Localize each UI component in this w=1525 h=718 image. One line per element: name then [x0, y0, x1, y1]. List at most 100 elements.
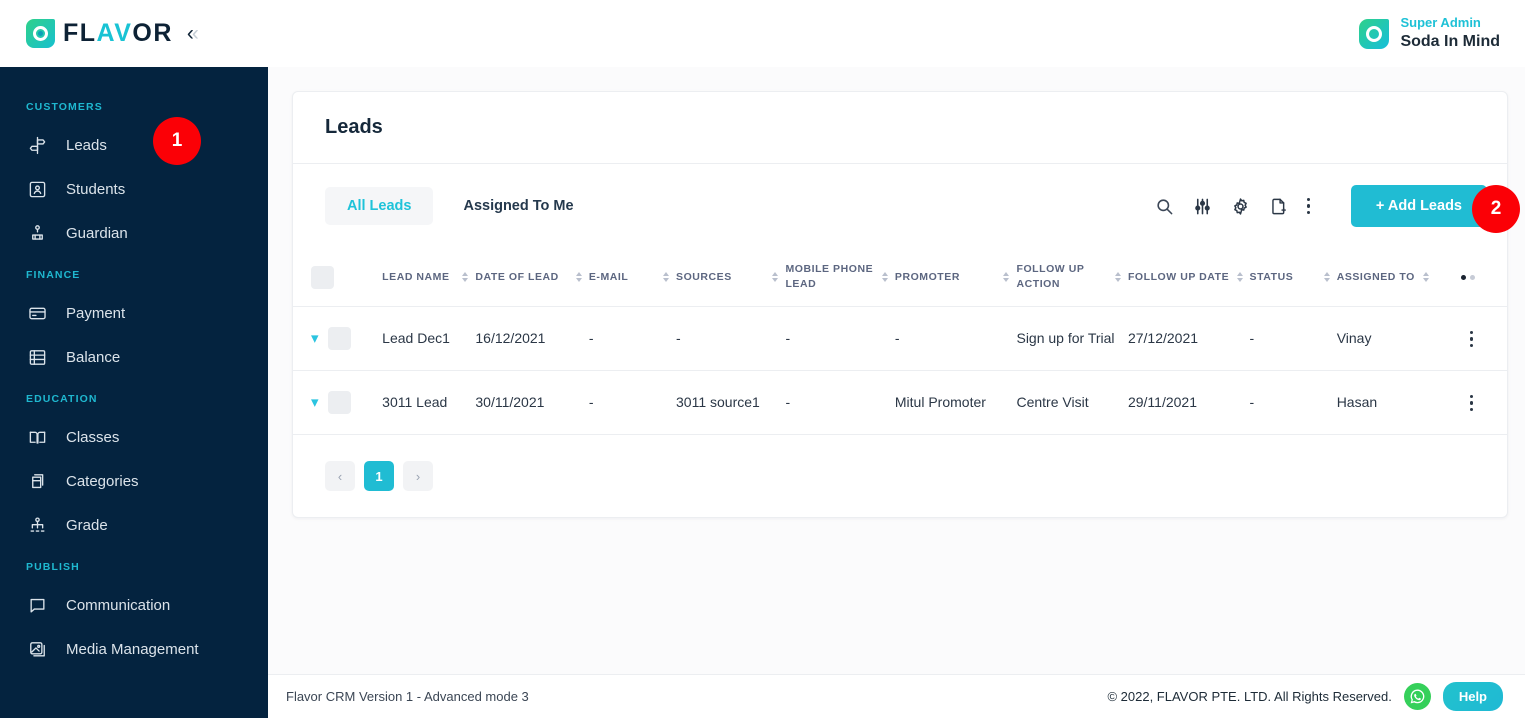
footer-right: © 2022, FLAVOR PTE. LTD. All Rights Rese… — [1107, 682, 1503, 711]
credit-card-icon — [26, 302, 48, 324]
cell-follow-up-date: 29/11/2021 — [1127, 370, 1250, 435]
sidebar-item-label: Students — [66, 180, 126, 198]
document-add-icon[interactable] — [1269, 197, 1288, 216]
table-toolbar: All Leads Assigned To Me + Add Leads — [293, 164, 1507, 248]
cell-follow-up-action: Centre Visit — [1016, 370, 1128, 435]
sidebar-item-label: Media Management — [66, 640, 199, 658]
sidebar-item-communication[interactable]: Communication — [0, 583, 268, 627]
column-carousel-dots-icon[interactable] — [1461, 274, 1476, 280]
sidebar-item-balance[interactable]: Balance — [0, 335, 268, 379]
sort-lead-name[interactable] — [462, 272, 469, 283]
stacked-box-icon — [26, 470, 48, 492]
sort-follow-up-action[interactable] — [1114, 272, 1122, 283]
th-assigned-to: ASSIGNED TO — [1337, 248, 1436, 307]
th-label: E-MAIL — [588, 270, 629, 283]
pagination-page-1[interactable]: 1 — [364, 461, 394, 492]
cell-mobile-phone-lead: - — [785, 306, 895, 371]
sidebar-item-payment[interactable]: Payment — [0, 291, 268, 335]
sidebar-section-finance: FINANCE — [26, 269, 81, 281]
row-checkbox[interactable] — [327, 327, 351, 351]
guardian-hierarchy-icon — [26, 222, 48, 244]
sidebar-section-publish: PUBLISH — [26, 561, 80, 573]
user-role: Super Admin — [1400, 15, 1481, 31]
chevron-down-icon[interactable]: ▾ — [311, 395, 319, 410]
sidebar-item-label: Communication — [66, 596, 171, 614]
footer-copyright: © 2022, FLAVOR PTE. LTD. All Rights Rese… — [1107, 689, 1392, 704]
th-email: E-MAIL — [589, 248, 676, 307]
app-root: FLAVOR ‹‹ CUSTOMERS Leads Students Guard… — [0, 0, 1525, 718]
th-sources: SOURCES — [676, 248, 785, 307]
cell-promoter: - — [894, 306, 1017, 371]
sidebar-section-customers: CUSTOMERS — [26, 101, 103, 113]
card-header: Leads — [293, 92, 1507, 164]
sidebar-item-students[interactable]: Students — [0, 167, 268, 211]
sidebar-item-label: Classes — [66, 428, 120, 446]
search-icon[interactable] — [1155, 197, 1174, 216]
chat-bubble-icon — [26, 594, 48, 616]
cell-follow-up-date: 27/12/2021 — [1127, 306, 1250, 371]
toolbar-icons: + Add Leads — [1155, 185, 1487, 227]
sidebar-item-categories[interactable]: Categories — [0, 459, 268, 503]
sidebar-item-label: Balance — [66, 348, 121, 366]
row-kebab-menu-icon[interactable] — [1469, 395, 1474, 411]
sidebar-item-guardian[interactable]: Guardian — [0, 211, 268, 255]
annotation-badge-1: 1 — [153, 117, 201, 165]
cell-mobile-phone-lead: - — [785, 370, 895, 435]
flavor-logo-icon — [26, 19, 55, 48]
cell-lead-name: Lead Dec1 — [382, 306, 476, 371]
footer-version: Flavor CRM Version 1 - Advanced mode 3 — [286, 689, 529, 704]
pagination-next[interactable]: › — [403, 461, 433, 492]
cell-follow-up-action: Sign up for Trial — [1016, 306, 1128, 371]
cell-sources: 3011 source1 — [676, 370, 786, 435]
th-follow-up-date: FOLLOW UP DATE — [1128, 248, 1250, 307]
sidebar-item-media-management[interactable]: Media Management — [0, 627, 268, 671]
sidebar-item-label: Leads — [66, 136, 107, 154]
tab-group: All Leads Assigned To Me — [325, 187, 596, 225]
th-label: ASSIGNED TO — [1336, 270, 1415, 283]
sidebar-nav: CUSTOMERS Leads Students Guardian FINANC… — [0, 67, 268, 671]
tab-all-leads[interactable]: All Leads — [325, 187, 434, 225]
leads-table: LEAD NAME DATE OF LEAD E-MAIL SOURCES MO… — [293, 248, 1507, 435]
sidebar-item-label: Categories — [66, 472, 139, 490]
filter-sliders-icon[interactable] — [1193, 197, 1212, 216]
chevron-down-icon[interactable]: ▾ — [311, 331, 319, 346]
th-label: SOURCES — [676, 270, 732, 283]
pagination-prev[interactable]: ‹ — [325, 461, 355, 492]
sort-follow-up-date[interactable] — [1236, 272, 1244, 283]
sidebar-item-leads[interactable]: Leads — [0, 123, 268, 167]
th-actions — [1436, 248, 1507, 307]
help-button[interactable]: Help — [1442, 682, 1503, 711]
row-checkbox[interactable] — [327, 391, 351, 415]
cell-select: ▾ — [293, 370, 383, 435]
sort-status[interactable] — [1323, 272, 1331, 283]
sidebar-item-classes[interactable]: Classes — [0, 415, 268, 459]
sort-email[interactable] — [663, 272, 670, 283]
sidebar-logo-row[interactable]: FLAVOR ‹‹ — [0, 0, 268, 67]
table-row[interactable]: ▾ Lead Dec1 16/12/2021 - - - - Sign up f… — [293, 306, 1507, 371]
user-name: Soda In Mind — [1400, 32, 1500, 50]
sort-promoter[interactable] — [1003, 272, 1010, 283]
table-row[interactable]: ▾ 3011 Lead 30/11/2021 - 3011 source1 - … — [293, 370, 1507, 435]
th-label: DATE OF LEAD — [475, 270, 559, 283]
chevron-double-left-icon[interactable]: ‹‹ — [187, 23, 199, 44]
add-leads-button[interactable]: + Add Leads — [1350, 185, 1487, 227]
row-kebab-menu-icon[interactable] — [1469, 331, 1474, 347]
kebab-menu-icon[interactable] — [1306, 198, 1310, 214]
topbar: Super Admin Soda In Mind — [268, 0, 1525, 67]
th-label: PROMOTER — [894, 270, 960, 283]
sort-assigned-to[interactable] — [1422, 272, 1430, 283]
user-avatar-icon — [1359, 18, 1390, 49]
sort-date-of-lead[interactable] — [575, 272, 583, 283]
whatsapp-icon[interactable] — [1403, 683, 1431, 710]
select-all-checkbox[interactable] — [311, 265, 334, 289]
sort-sources[interactable] — [772, 272, 779, 283]
th-select — [293, 248, 382, 307]
tab-assigned-to-me[interactable]: Assigned To Me — [441, 187, 595, 225]
pagination: ‹ 1 › — [293, 434, 1507, 517]
gear-icon[interactable] — [1231, 197, 1250, 216]
user-menu[interactable]: Super Admin Soda In Mind — [1359, 15, 1500, 51]
content: Leads All Leads Assigned To Me + Add Lea… — [268, 67, 1525, 519]
cell-status: - — [1249, 370, 1337, 435]
sidebar-item-grade[interactable]: Grade — [0, 503, 268, 547]
sort-mobile-phone-lead[interactable] — [881, 272, 889, 283]
